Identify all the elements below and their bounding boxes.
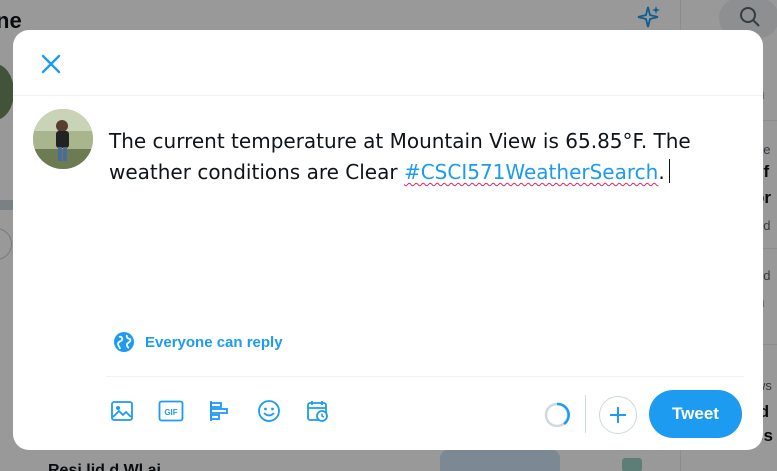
globe-icon — [114, 332, 134, 352]
compose-tweet-modal: The current temperature at Mountain View… — [13, 30, 763, 450]
add-tweet-button[interactable] — [599, 396, 637, 434]
close-icon — [41, 54, 61, 74]
add-emoji-button[interactable] — [253, 395, 285, 427]
add-gif-button[interactable]: GIF — [155, 395, 187, 427]
reply-setting-button[interactable]: Everyone can reply — [113, 331, 283, 353]
add-poll-button[interactable] — [204, 395, 236, 427]
poll-icon — [210, 401, 228, 421]
emoji-icon — [258, 400, 280, 422]
image-icon — [111, 401, 133, 421]
schedule-button[interactable] — [302, 395, 334, 427]
tweet-text-end: . — [658, 160, 665, 184]
text-caret — [668, 159, 670, 183]
avatar-photo — [33, 109, 93, 169]
gif-icon-label: GIF — [164, 408, 177, 417]
hashtag-link[interactable]: #CSCI571WeatherSearch — [404, 160, 658, 184]
tweet-textarea[interactable]: The current temperature at Mountain View… — [109, 126, 729, 188]
compose-toolbar: GIF — [106, 395, 351, 427]
toolbar-separator — [585, 395, 586, 433]
gif-icon: GIF — [158, 400, 184, 422]
add-media-button[interactable] — [106, 395, 138, 427]
close-button[interactable] — [35, 48, 67, 80]
reply-setting-label: Everyone can reply — [145, 333, 283, 351]
tweet-button[interactable]: Tweet — [649, 390, 742, 438]
plus-icon — [610, 407, 626, 423]
schedule-icon — [307, 401, 328, 422]
character-count-ring — [544, 402, 570, 428]
modal-header — [13, 30, 763, 96]
toolbar-divider — [106, 376, 744, 377]
user-avatar[interactable] — [33, 109, 93, 169]
